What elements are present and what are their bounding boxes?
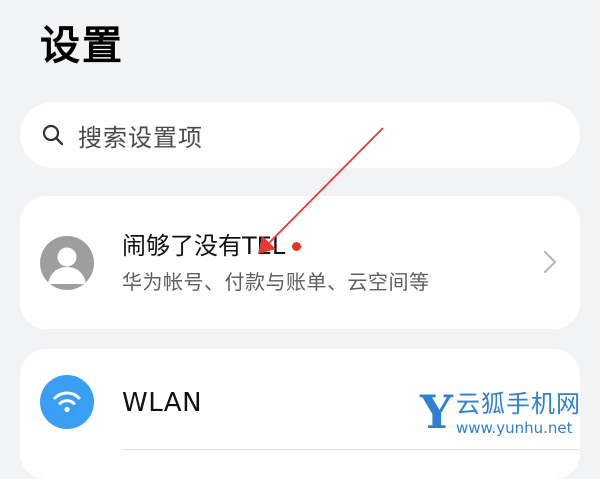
page-title: 设置	[40, 23, 124, 69]
watermark-logo-letter: Y	[420, 385, 453, 439]
chevron-right-icon	[542, 248, 558, 276]
account-name: 闹够了没有TEL	[122, 232, 286, 260]
watermark-brand: 云狐手机网	[456, 390, 581, 418]
watermark: Y 云狐手机网 www.yunhu.net	[420, 386, 596, 446]
search-bar[interactable]: 搜索设置项	[20, 102, 580, 168]
notification-dot	[292, 242, 301, 251]
search-placeholder: 搜索设置项	[78, 123, 203, 152]
avatar-placeholder-icon	[40, 236, 94, 290]
search-icon	[40, 122, 66, 148]
account-subtitle: 华为帐号、付款与账单、云空间等	[122, 270, 430, 294]
watermark-url: www.yunhu.net	[456, 419, 573, 437]
wifi-icon	[40, 375, 94, 429]
account-card[interactable]: 闹够了没有TEL 华为帐号、付款与账单、云空间等	[20, 196, 580, 329]
wlan-label: WLAN	[122, 388, 203, 418]
